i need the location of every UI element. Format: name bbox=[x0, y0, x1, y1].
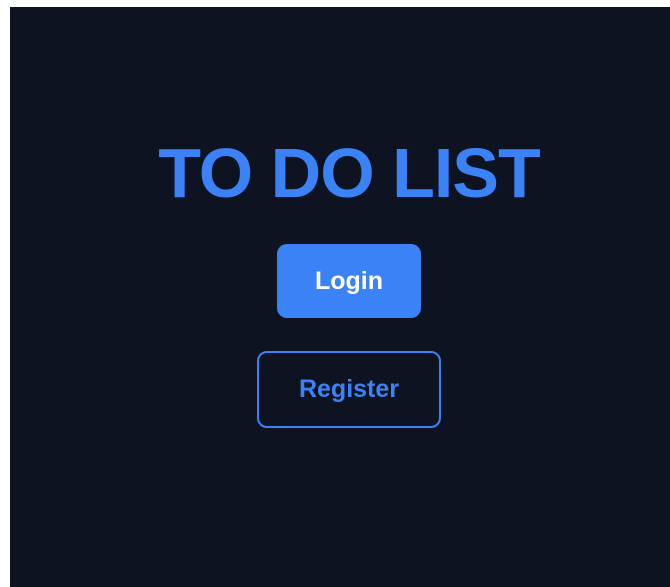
page-title: TO DO LIST bbox=[158, 134, 541, 212]
login-button[interactable]: Login bbox=[277, 244, 421, 318]
register-button[interactable]: Register bbox=[257, 351, 441, 428]
app-container: TO DO LIST Login Register bbox=[10, 7, 670, 587]
